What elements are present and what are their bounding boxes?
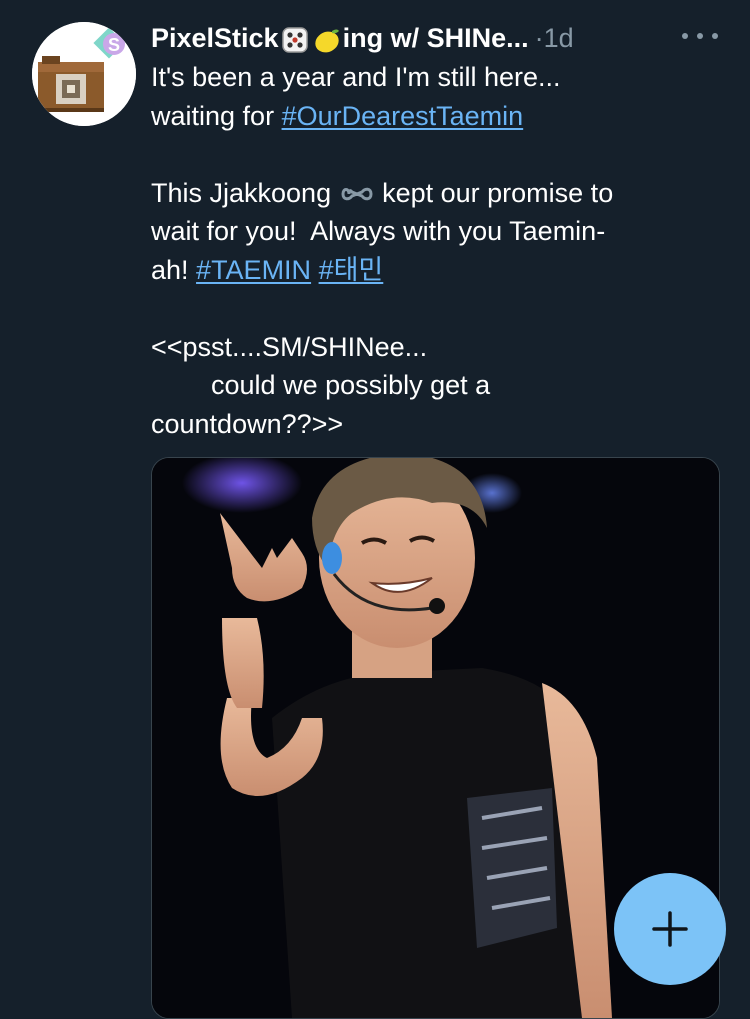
tweet-timestamp[interactable]: ·1d xyxy=(535,18,574,58)
text-line: could we possibly get a xyxy=(151,370,491,400)
text-line: waiting for xyxy=(151,100,282,131)
avatar[interactable]: S xyxy=(32,22,136,126)
separator-dot: · xyxy=(534,23,544,53)
text-line: ah! xyxy=(151,254,197,285)
text-line: kept our promise to xyxy=(374,177,614,208)
infinity-emoji xyxy=(341,188,373,201)
camera-avatar-icon: S xyxy=(32,22,136,126)
tweet[interactable]: S PixelStick ing w/ SHINe... ·1d It's bee… xyxy=(0,0,750,1019)
more-dot xyxy=(682,33,688,39)
hashtag-link[interactable]: #OurDearestTaemin xyxy=(282,101,524,131)
tweet-header: PixelStick ing w/ SHINe... ·1d xyxy=(151,18,736,58)
text-line: This Jjakkoong xyxy=(151,177,339,208)
more-options-icon[interactable] xyxy=(682,22,718,50)
author-name-end: ing w/ SHINe... xyxy=(342,23,529,53)
more-dot xyxy=(712,33,718,39)
plus-icon xyxy=(652,911,688,947)
compose-button[interactable] xyxy=(614,873,726,985)
lemon-emoji xyxy=(314,29,339,53)
hashtag-link[interactable]: #TAEMIN xyxy=(196,255,311,285)
author-name[interactable]: PixelStick ing w/ SHINe... xyxy=(151,18,529,58)
text-line: <<psst....SM/SHINee... xyxy=(151,331,428,362)
text-line: countdown??>> xyxy=(151,408,344,439)
tweet-text: It's been a year and I'm still here... w… xyxy=(151,58,736,443)
svg-text:S: S xyxy=(108,35,120,55)
hashtag-link[interactable]: #태민 xyxy=(319,255,384,285)
tweet-content: PixelStick ing w/ SHINe... ·1d It's been … xyxy=(151,18,736,443)
tweet-time: 1d xyxy=(543,23,574,53)
author-name-start: PixelStick xyxy=(151,23,279,53)
text-line: It's been a year and I'm still here... xyxy=(151,62,561,92)
text-line: wait for you! Always with you Taemin- xyxy=(151,216,606,246)
die-emoji xyxy=(281,27,308,53)
more-dot xyxy=(697,33,703,39)
